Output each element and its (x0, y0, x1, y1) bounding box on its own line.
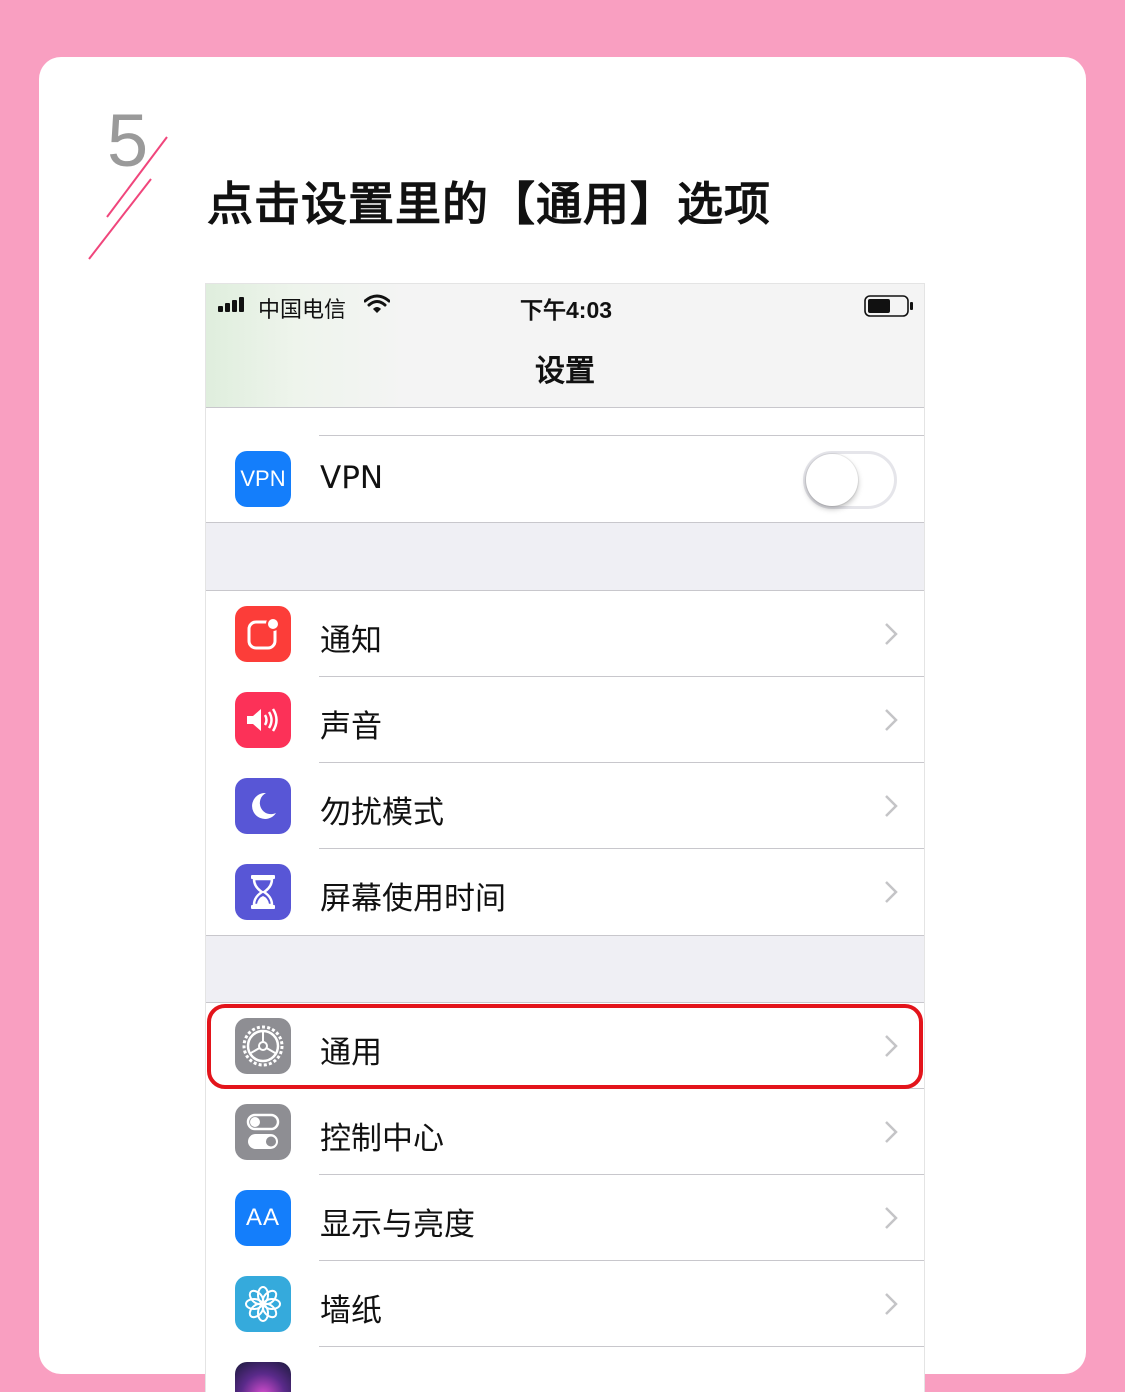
page-title: 设置 (535, 354, 595, 389)
notifications-group: 通知 声音 勿扰模式 屏幕使用时间 (206, 590, 924, 936)
moon-icon (235, 778, 291, 834)
text-size-icon: AA (235, 1190, 291, 1246)
battery-icon (864, 295, 913, 317)
vpn-icon: VPN (235, 451, 291, 507)
display-brightness-label: 显示与亮度 (320, 1207, 475, 1243)
wifi-icon (364, 294, 390, 313)
screen-time-label: 屏幕使用时间 (320, 881, 506, 917)
settings-row-sounds[interactable]: 声音 (206, 677, 924, 763)
chevron-right-icon (885, 709, 898, 731)
settings-row-siri-partial[interactable] (206, 1347, 924, 1392)
status-time: 下午4:03 (520, 297, 613, 323)
chevron-right-icon (885, 1207, 898, 1229)
chevron-right-icon (885, 881, 898, 903)
settings-row-control-center[interactable]: 控制中心 (206, 1089, 924, 1175)
status-bar: 中国电信 下午4:03 (206, 284, 924, 324)
wallpaper-label: 墙纸 (320, 1293, 382, 1329)
vpn-label: VPN (320, 460, 384, 496)
settings-row-wallpaper[interactable]: 墙纸 (206, 1261, 924, 1347)
chevron-right-icon (885, 1121, 898, 1143)
flower-icon (235, 1276, 291, 1332)
chevron-right-icon (885, 795, 898, 817)
settings-row-do-not-disturb[interactable]: 勿扰模式 (206, 763, 924, 849)
do-not-disturb-label: 勿扰模式 (320, 795, 444, 831)
carrier-label: 中国电信 (258, 297, 347, 322)
settings-row-display-brightness[interactable]: AA 显示与亮度 (206, 1175, 924, 1261)
vpn-toggle[interactable] (803, 451, 897, 509)
vpn-group: VPN VPN (206, 436, 924, 523)
chevron-right-icon (885, 623, 898, 645)
settings-row-screen-time[interactable]: 屏幕使用时间 (206, 849, 924, 935)
switches-icon (235, 1104, 291, 1160)
highlight-box-general (207, 1004, 923, 1089)
phone-screenshot: 中国电信 下午4:03 设置 VPN VPN 通知 声音 勿扰模式 屏幕使用时间… (206, 284, 924, 1392)
hourglass-icon (235, 864, 291, 920)
notifications-icon (235, 606, 291, 662)
siri-icon (235, 1362, 291, 1392)
chevron-right-icon (885, 1293, 898, 1315)
control-center-label: 控制中心 (320, 1121, 444, 1157)
notifications-label: 通知 (320, 623, 382, 659)
step-title: 点击设置里的【通用】选项 (207, 177, 771, 231)
signal-icon (218, 297, 244, 312)
settings-row-vpn[interactable]: VPN VPN (206, 436, 924, 522)
sound-icon (235, 692, 291, 748)
settings-row-notifications[interactable]: 通知 (206, 591, 924, 677)
navigation-bar: 中国电信 下午4:03 设置 (206, 284, 924, 408)
sounds-label: 声音 (320, 709, 382, 745)
step-number: 5 (107, 99, 149, 182)
